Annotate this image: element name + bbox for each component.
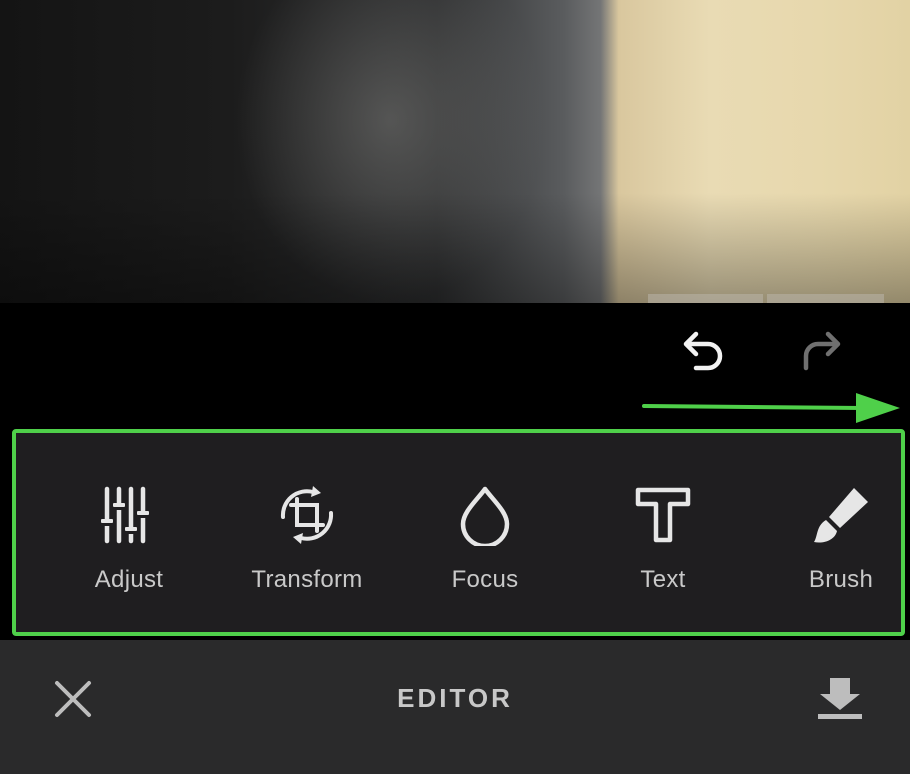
tool-adjust[interactable]: Adjust [49,433,209,632]
tool-label: Text [640,566,686,593]
tool-label: Focus [451,566,519,593]
tool-transform[interactable]: Transform [227,433,387,632]
redo-button[interactable] [792,318,852,378]
tools-bar: Adjust Transform Focus Text Brush [12,429,905,636]
text-t-icon [631,483,695,547]
download-button[interactable] [808,670,872,728]
tool-label: Brush [808,566,874,593]
droplet-icon [453,483,517,547]
crop-handle-left[interactable] [648,294,763,303]
tool-label: Adjust [94,566,164,593]
tool-focus[interactable]: Focus [405,433,565,632]
editor-title: EDITOR [397,683,513,713]
download-icon [818,678,862,719]
crop-handle-right[interactable] [767,294,884,303]
undo-button[interactable] [672,318,732,378]
tool-label: Transform [251,566,363,593]
undo-icon [683,331,723,371]
tool-text[interactable]: Text [583,433,743,632]
redo-icon [803,331,841,371]
brush-icon [809,483,873,547]
photo-preview [0,0,910,303]
swipe-hint-arrow-icon [642,393,900,423]
crop-rotate-icon [275,483,339,547]
sliders-icon [97,483,161,547]
tool-brush[interactable]: Brush [761,433,910,632]
